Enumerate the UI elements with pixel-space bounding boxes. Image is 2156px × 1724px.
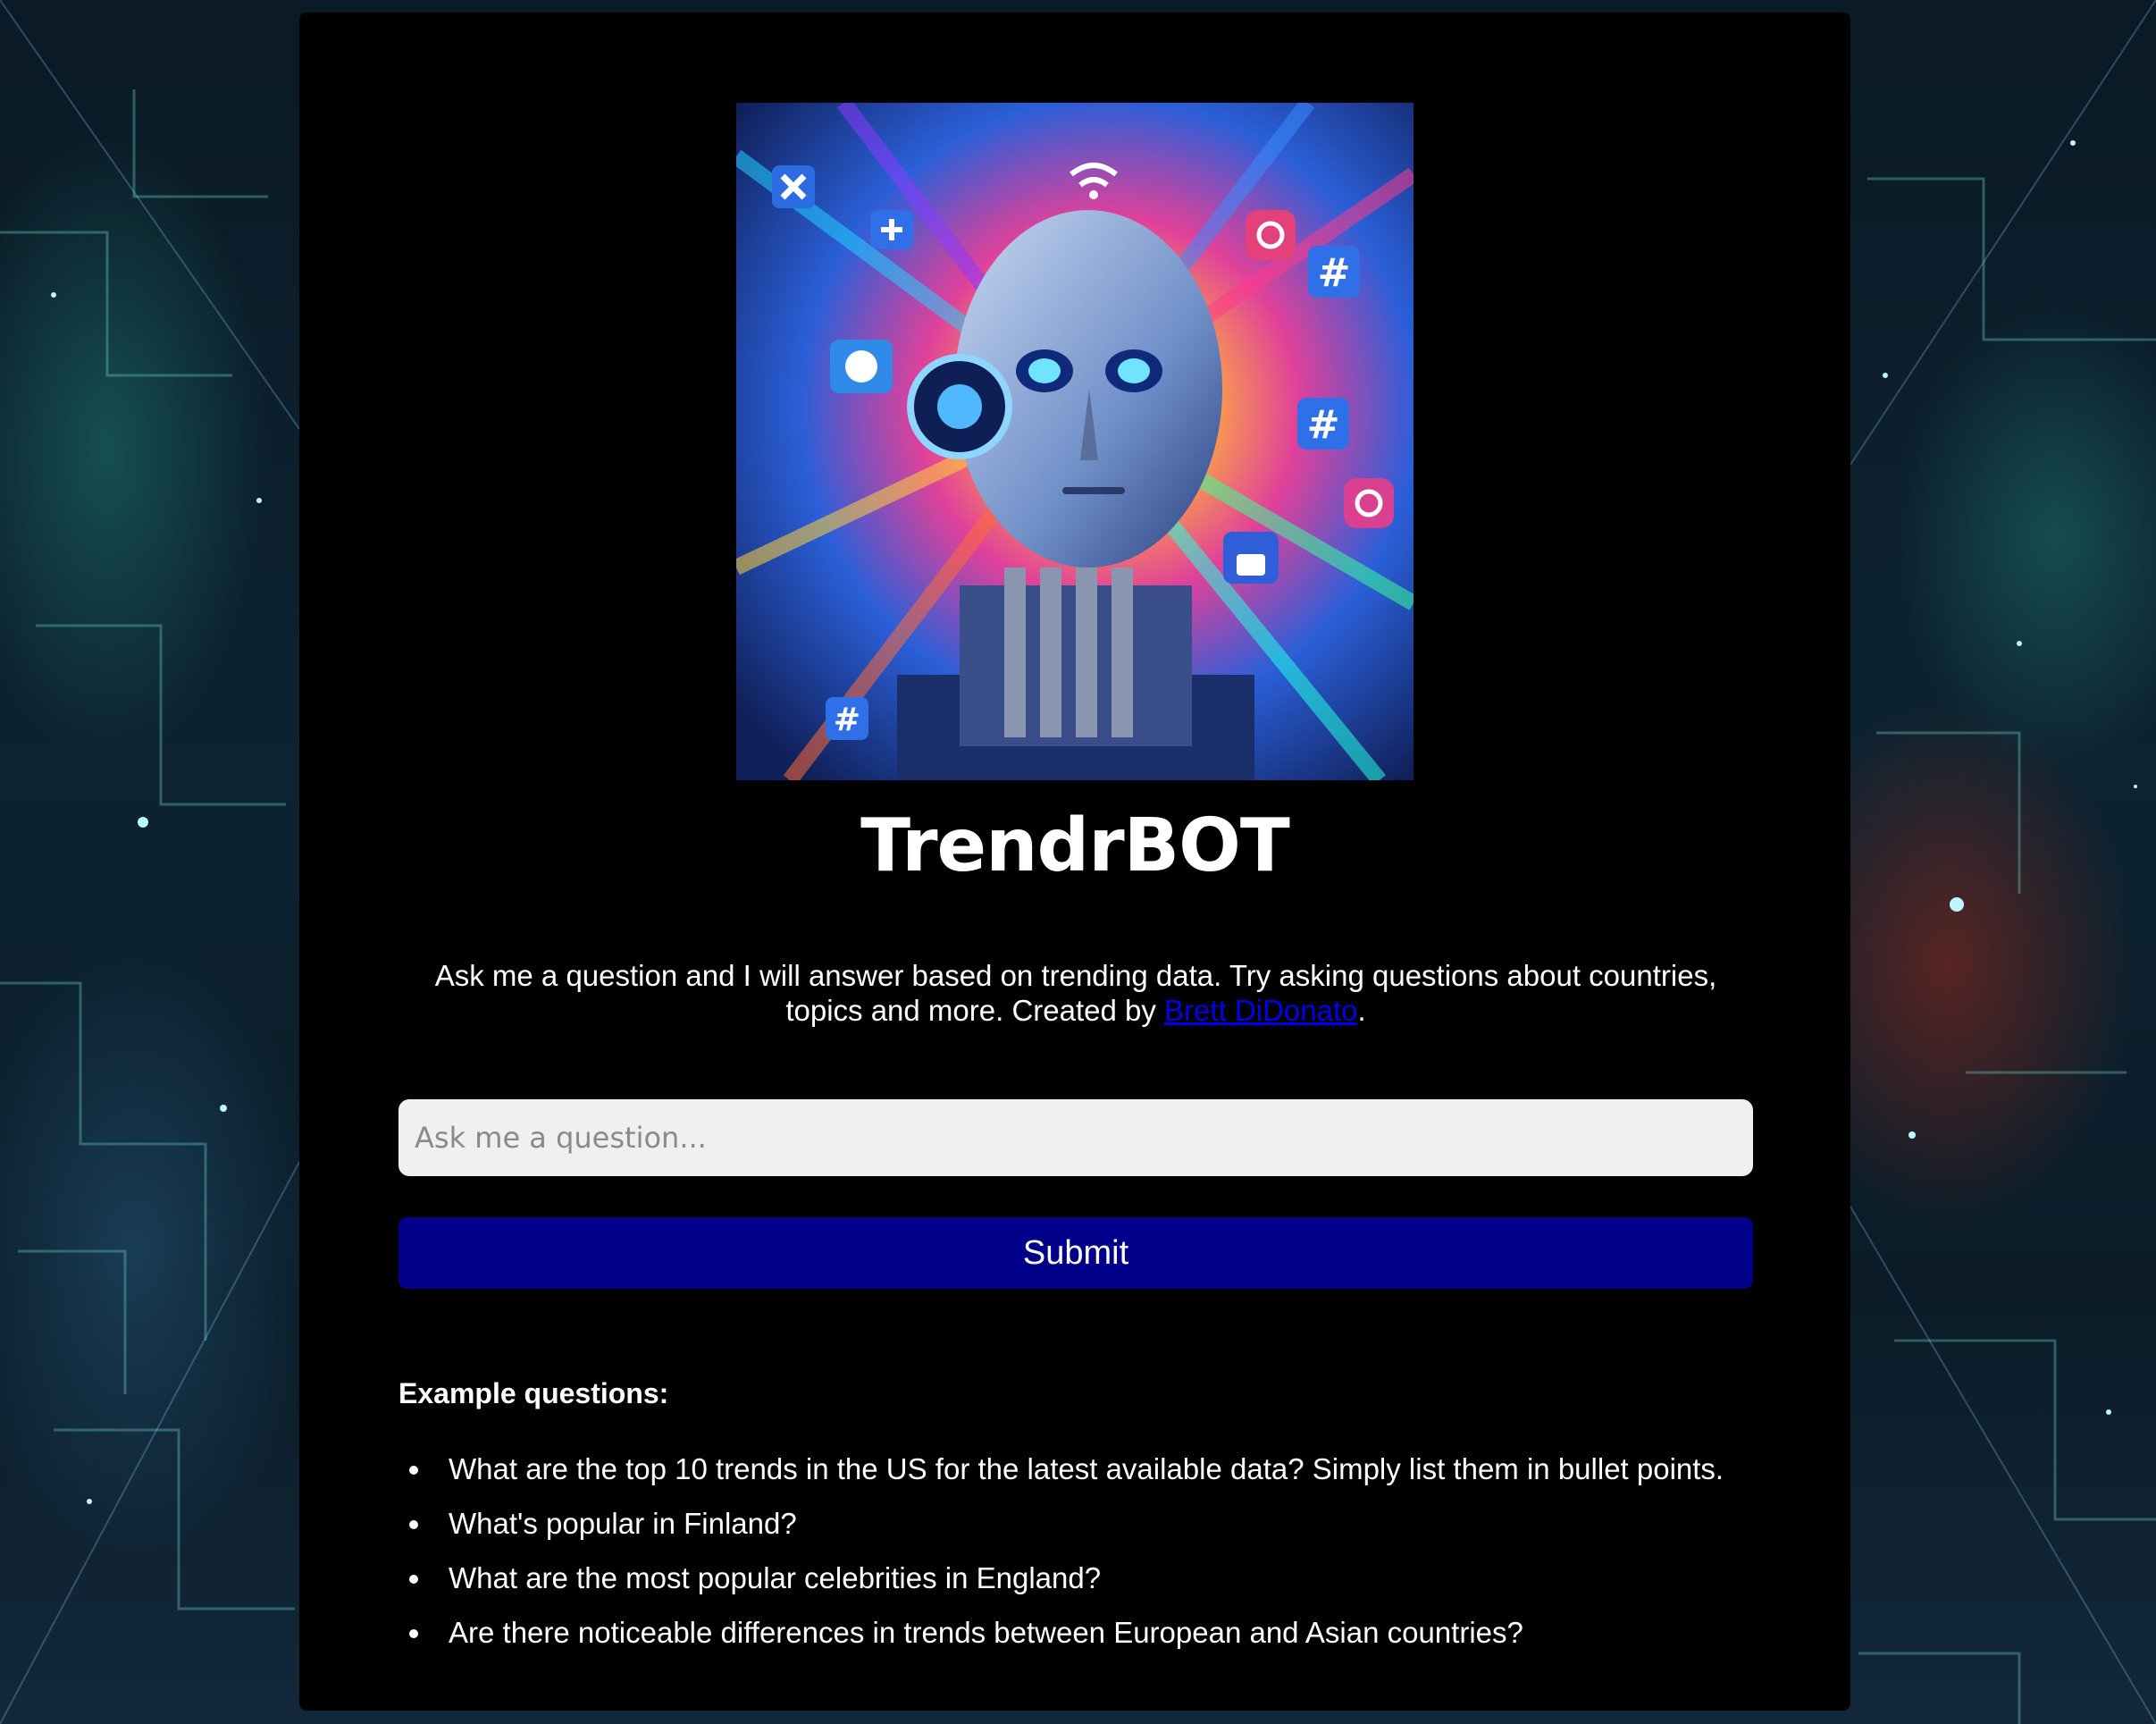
twitter-icon	[830, 340, 893, 393]
list-item: What are the most popular celebrities in…	[398, 1560, 1792, 1615]
list-item: Are there noticeable differences in tren…	[398, 1615, 1792, 1669]
intro-text-end: .	[1357, 994, 1366, 1027]
list-item: What are the top 10 trends in the US for…	[398, 1451, 1792, 1506]
intro-text: Ask me a question and I will answer base…	[398, 958, 1753, 1028]
plus-icon	[870, 210, 913, 249]
examples-heading: Example questions:	[398, 1377, 669, 1409]
svg-text:#: #	[1318, 250, 1351, 296]
svg-text:#: #	[834, 702, 860, 738]
example-questions-list: What are the top 10 trends in the US for…	[398, 1451, 1792, 1669]
submit-button[interactable]: Submit	[398, 1217, 1753, 1289]
thumbs-up-icon	[1223, 532, 1279, 584]
hero-image: # # #	[736, 103, 1414, 780]
x-icon	[772, 165, 815, 208]
svg-text:#: #	[1307, 402, 1340, 448]
intro-text-body: Ask me a question and I will answer base…	[434, 959, 1717, 1027]
app-title: TrendrBOT	[860, 803, 1290, 888]
main-panel: # # # TrendrBOT Ask me a question and I …	[299, 13, 1850, 1711]
author-link[interactable]: Brett DiDonato	[1164, 994, 1357, 1027]
list-item: What's popular in Finland?	[398, 1506, 1792, 1560]
question-input[interactable]	[398, 1099, 1753, 1176]
